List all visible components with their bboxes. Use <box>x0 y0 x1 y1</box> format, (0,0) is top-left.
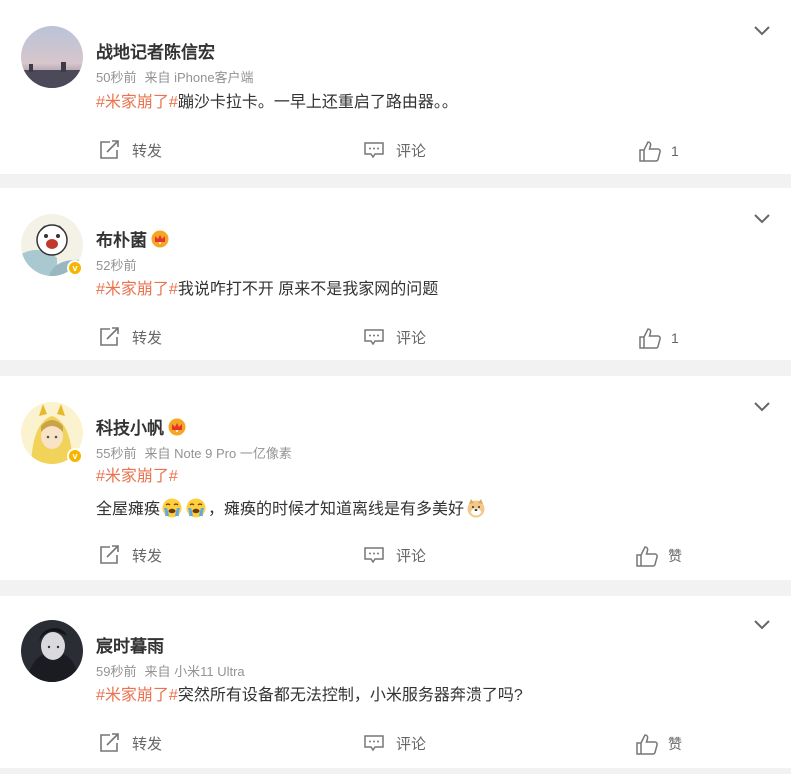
repost-label: 转发 <box>132 142 163 160</box>
like-count: 1 <box>671 143 679 159</box>
hashtag-link[interactable]: #米家崩了# <box>96 687 178 704</box>
comment-button[interactable]: 评论 <box>364 139 426 161</box>
avatar[interactable] <box>21 26 83 88</box>
crying-emoji-icon <box>162 498 182 518</box>
thumbs-up-icon <box>636 545 658 567</box>
like-button[interactable]: 赞 <box>636 733 682 755</box>
hashtag-link[interactable]: #米家崩了# <box>96 94 178 111</box>
like-button[interactable]: 1 <box>639 140 679 162</box>
chevron-down-icon[interactable] <box>753 213 771 225</box>
avatar[interactable] <box>21 620 83 682</box>
post-meta: 52秒前 <box>96 255 136 274</box>
post-content: #米家崩了#我说咋打不开 原来不是我家网的问题 <box>96 279 438 301</box>
thumbs-up-icon <box>639 327 661 349</box>
doge-emoji-icon <box>467 499 485 518</box>
username-text[interactable]: 科技小帆 <box>96 419 164 438</box>
post-time[interactable]: 59秒前 <box>96 664 136 679</box>
post-text: 蹦沙卡拉卡。一早上还重启了路由器。。 <box>177 94 458 111</box>
post-time[interactable]: 52秒前 <box>96 258 136 273</box>
post-card: v 科技小帆 55秒前 来自 Note 9 Pro 一亿像素 #米家崩了# 全屋瘫… <box>0 376 791 580</box>
like-label: 赞 <box>668 548 682 564</box>
post-source: 来自 小米11 Ultra <box>144 664 245 679</box>
comment-label: 评论 <box>396 547 427 565</box>
post-meta: 55秒前 来自 Note 9 Pro 一亿像素 <box>96 443 292 462</box>
vip-crown-icon[interactable] <box>151 230 169 248</box>
post-hashtag-line: #米家崩了# <box>96 466 178 488</box>
repost-icon <box>100 733 119 752</box>
repost-button[interactable]: 转发 <box>98 732 162 754</box>
post-source: 来自 Note 9 Pro 一亿像素 <box>144 446 292 461</box>
chevron-down-icon[interactable] <box>753 25 771 37</box>
comment-icon <box>364 329 384 346</box>
username: 科技小帆 <box>96 414 186 439</box>
repost-icon <box>100 327 119 346</box>
username-text[interactable]: 布朴菌 <box>96 231 147 250</box>
post-time[interactable]: 55秒前 <box>96 446 136 461</box>
hashtag-link[interactable]: #米家崩了# <box>96 281 178 298</box>
chevron-down-icon[interactable] <box>753 619 771 631</box>
repost-button[interactable]: 转发 <box>98 544 162 566</box>
comment-button[interactable]: 评论 <box>364 544 426 566</box>
post-card: v 布朴菌 52秒前 #米家崩了#我说咋打不开 原来不是我家网的问题 转发 评论… <box>0 188 791 360</box>
repost-icon <box>100 545 119 564</box>
like-count: 1 <box>671 330 679 346</box>
like-button[interactable]: 1 <box>639 327 679 349</box>
post-content: #米家崩了#蹦沙卡拉卡。一早上还重启了路由器。。 <box>96 92 458 114</box>
comment-icon <box>364 142 384 159</box>
comment-label: 评论 <box>396 329 427 347</box>
comment-label: 评论 <box>396 735 427 753</box>
post-content: 全屋瘫痪 ，瘫痪的时候才知道离线是有多美好 <box>96 498 488 521</box>
repost-label: 转发 <box>132 735 163 753</box>
post-text: 全屋瘫痪 <box>96 501 161 518</box>
comment-label: 评论 <box>396 142 427 160</box>
post-text: 我说咋打不开 原来不是我家网的问题 <box>177 281 439 298</box>
verified-badge-icon: v <box>67 260 83 276</box>
username[interactable]: 战地记者陈信宏 <box>96 38 215 63</box>
repost-button[interactable]: 转发 <box>98 326 162 348</box>
vip-crown-icon[interactable] <box>168 418 186 436</box>
thumbs-up-icon <box>639 140 661 162</box>
post-meta: 50秒前 来自 iPhone客户端 <box>96 67 254 86</box>
chevron-down-icon[interactable] <box>753 401 771 413</box>
like-button[interactable]: 赞 <box>636 545 682 567</box>
repost-label: 转发 <box>132 547 163 565</box>
post-source: 来自 iPhone客户端 <box>144 70 254 85</box>
repost-icon <box>100 140 119 159</box>
like-label: 赞 <box>668 736 682 752</box>
comment-icon <box>364 735 384 752</box>
verified-badge-icon: v <box>67 448 83 464</box>
post-text: ，瘫痪的时候才知道离线是有多美好 <box>208 501 465 518</box>
crying-emoji-icon <box>186 498 206 518</box>
post-card: 宸时暮雨 59秒前 来自 小米11 Ultra #米家崩了#突然所有设备都无法控制… <box>0 596 791 768</box>
username[interactable]: 宸时暮雨 <box>96 632 164 657</box>
hashtag-link[interactable]: #米家崩了# <box>96 468 178 485</box>
post-meta: 59秒前 来自 小米11 Ultra <box>96 661 245 680</box>
post-card: 战地记者陈信宏 50秒前 来自 iPhone客户端 #米家崩了#蹦沙卡拉卡。一早上… <box>0 0 791 174</box>
thumbs-up-icon <box>636 733 658 755</box>
comment-icon <box>364 547 384 564</box>
post-time[interactable]: 50秒前 <box>96 70 136 85</box>
repost-button[interactable]: 转发 <box>98 139 162 161</box>
comment-button[interactable]: 评论 <box>364 326 426 348</box>
post-text: 突然所有设备都无法控制，小米服务器奔溃了吗? <box>177 687 523 704</box>
comment-button[interactable]: 评论 <box>364 732 426 754</box>
username: 布朴菌 <box>96 226 169 251</box>
repost-label: 转发 <box>132 329 163 347</box>
post-content: #米家崩了#突然所有设备都无法控制，小米服务器奔溃了吗? <box>96 685 523 707</box>
